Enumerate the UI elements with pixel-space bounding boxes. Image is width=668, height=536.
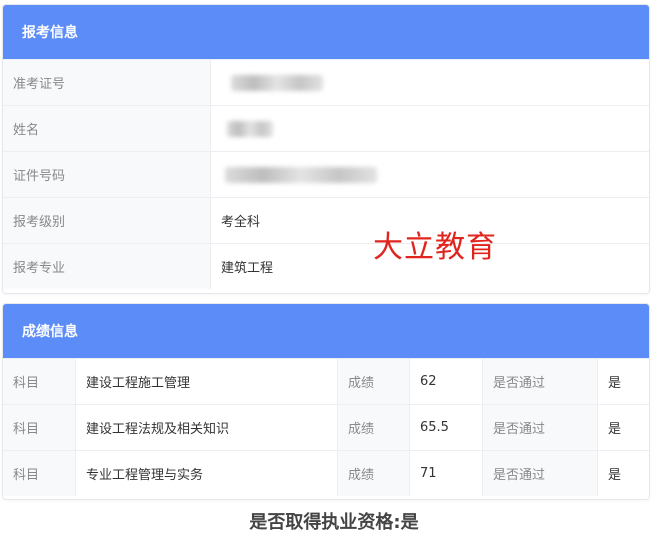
pass-label: 是否通过 — [482, 405, 597, 450]
score-info-title: 成绩信息 — [3, 304, 649, 358]
score-row: 科目 建设工程施工管理 成绩 62 是否通过 是 — [3, 358, 649, 404]
score-value: 62 — [409, 359, 482, 404]
info-row-name: 姓名 — [3, 105, 649, 151]
subject-label: 科目 — [3, 405, 75, 450]
pass-value: 是 — [597, 359, 649, 404]
score-label: 成绩 — [337, 405, 409, 450]
score-label: 成绩 — [337, 359, 409, 404]
redacted-admission-number — [231, 74, 323, 91]
score-value: 65.5 — [409, 405, 482, 450]
pass-label: 是否通过 — [482, 451, 597, 496]
name-value — [210, 106, 649, 151]
subject-label: 科目 — [3, 451, 75, 496]
score-row: 科目 建设工程法规及相关知识 成绩 65.5 是否通过 是 — [3, 404, 649, 450]
score-label: 成绩 — [337, 451, 409, 496]
score-row: 科目 专业工程管理与实务 成绩 71 是否通过 是 — [3, 450, 649, 496]
name-label: 姓名 — [3, 106, 210, 151]
admission-number-label: 准考证号 — [3, 60, 210, 105]
subject-name: 专业工程管理与实务 — [75, 451, 337, 496]
admission-number-value — [210, 60, 649, 105]
score-info-panel: 成绩信息 科目 建设工程施工管理 成绩 62 是否通过 是 科目 建设工程法规及… — [2, 303, 650, 500]
redacted-name — [227, 120, 273, 137]
level-label: 报考级别 — [3, 198, 210, 243]
info-row-major: 报考专业 建筑工程 — [3, 243, 649, 289]
info-row-level: 报考级别 考全科 — [3, 197, 649, 243]
exam-info-panel: 报考信息 准考证号 姓名 证件号码 报考级别 考全科 报考专业 建筑工程 — [2, 4, 650, 294]
pass-label: 是否通过 — [482, 359, 597, 404]
pass-value: 是 — [597, 405, 649, 450]
subject-name: 建设工程法规及相关知识 — [75, 405, 337, 450]
redacted-id-number — [225, 166, 377, 183]
exam-info-title: 报考信息 — [3, 5, 649, 59]
qualification-conclusion: 是否取得执业资格:是 — [249, 512, 419, 533]
info-row-id-number: 证件号码 — [3, 151, 649, 197]
major-label: 报考专业 — [3, 244, 210, 289]
score-value: 71 — [409, 451, 482, 496]
watermark-text: 大立教育 — [373, 230, 497, 265]
info-row-admission-number: 准考证号 — [3, 59, 649, 105]
pass-value: 是 — [597, 451, 649, 496]
subject-name: 建设工程施工管理 — [75, 359, 337, 404]
subject-label: 科目 — [3, 359, 75, 404]
id-number-label: 证件号码 — [3, 152, 210, 197]
id-number-value — [210, 152, 649, 197]
